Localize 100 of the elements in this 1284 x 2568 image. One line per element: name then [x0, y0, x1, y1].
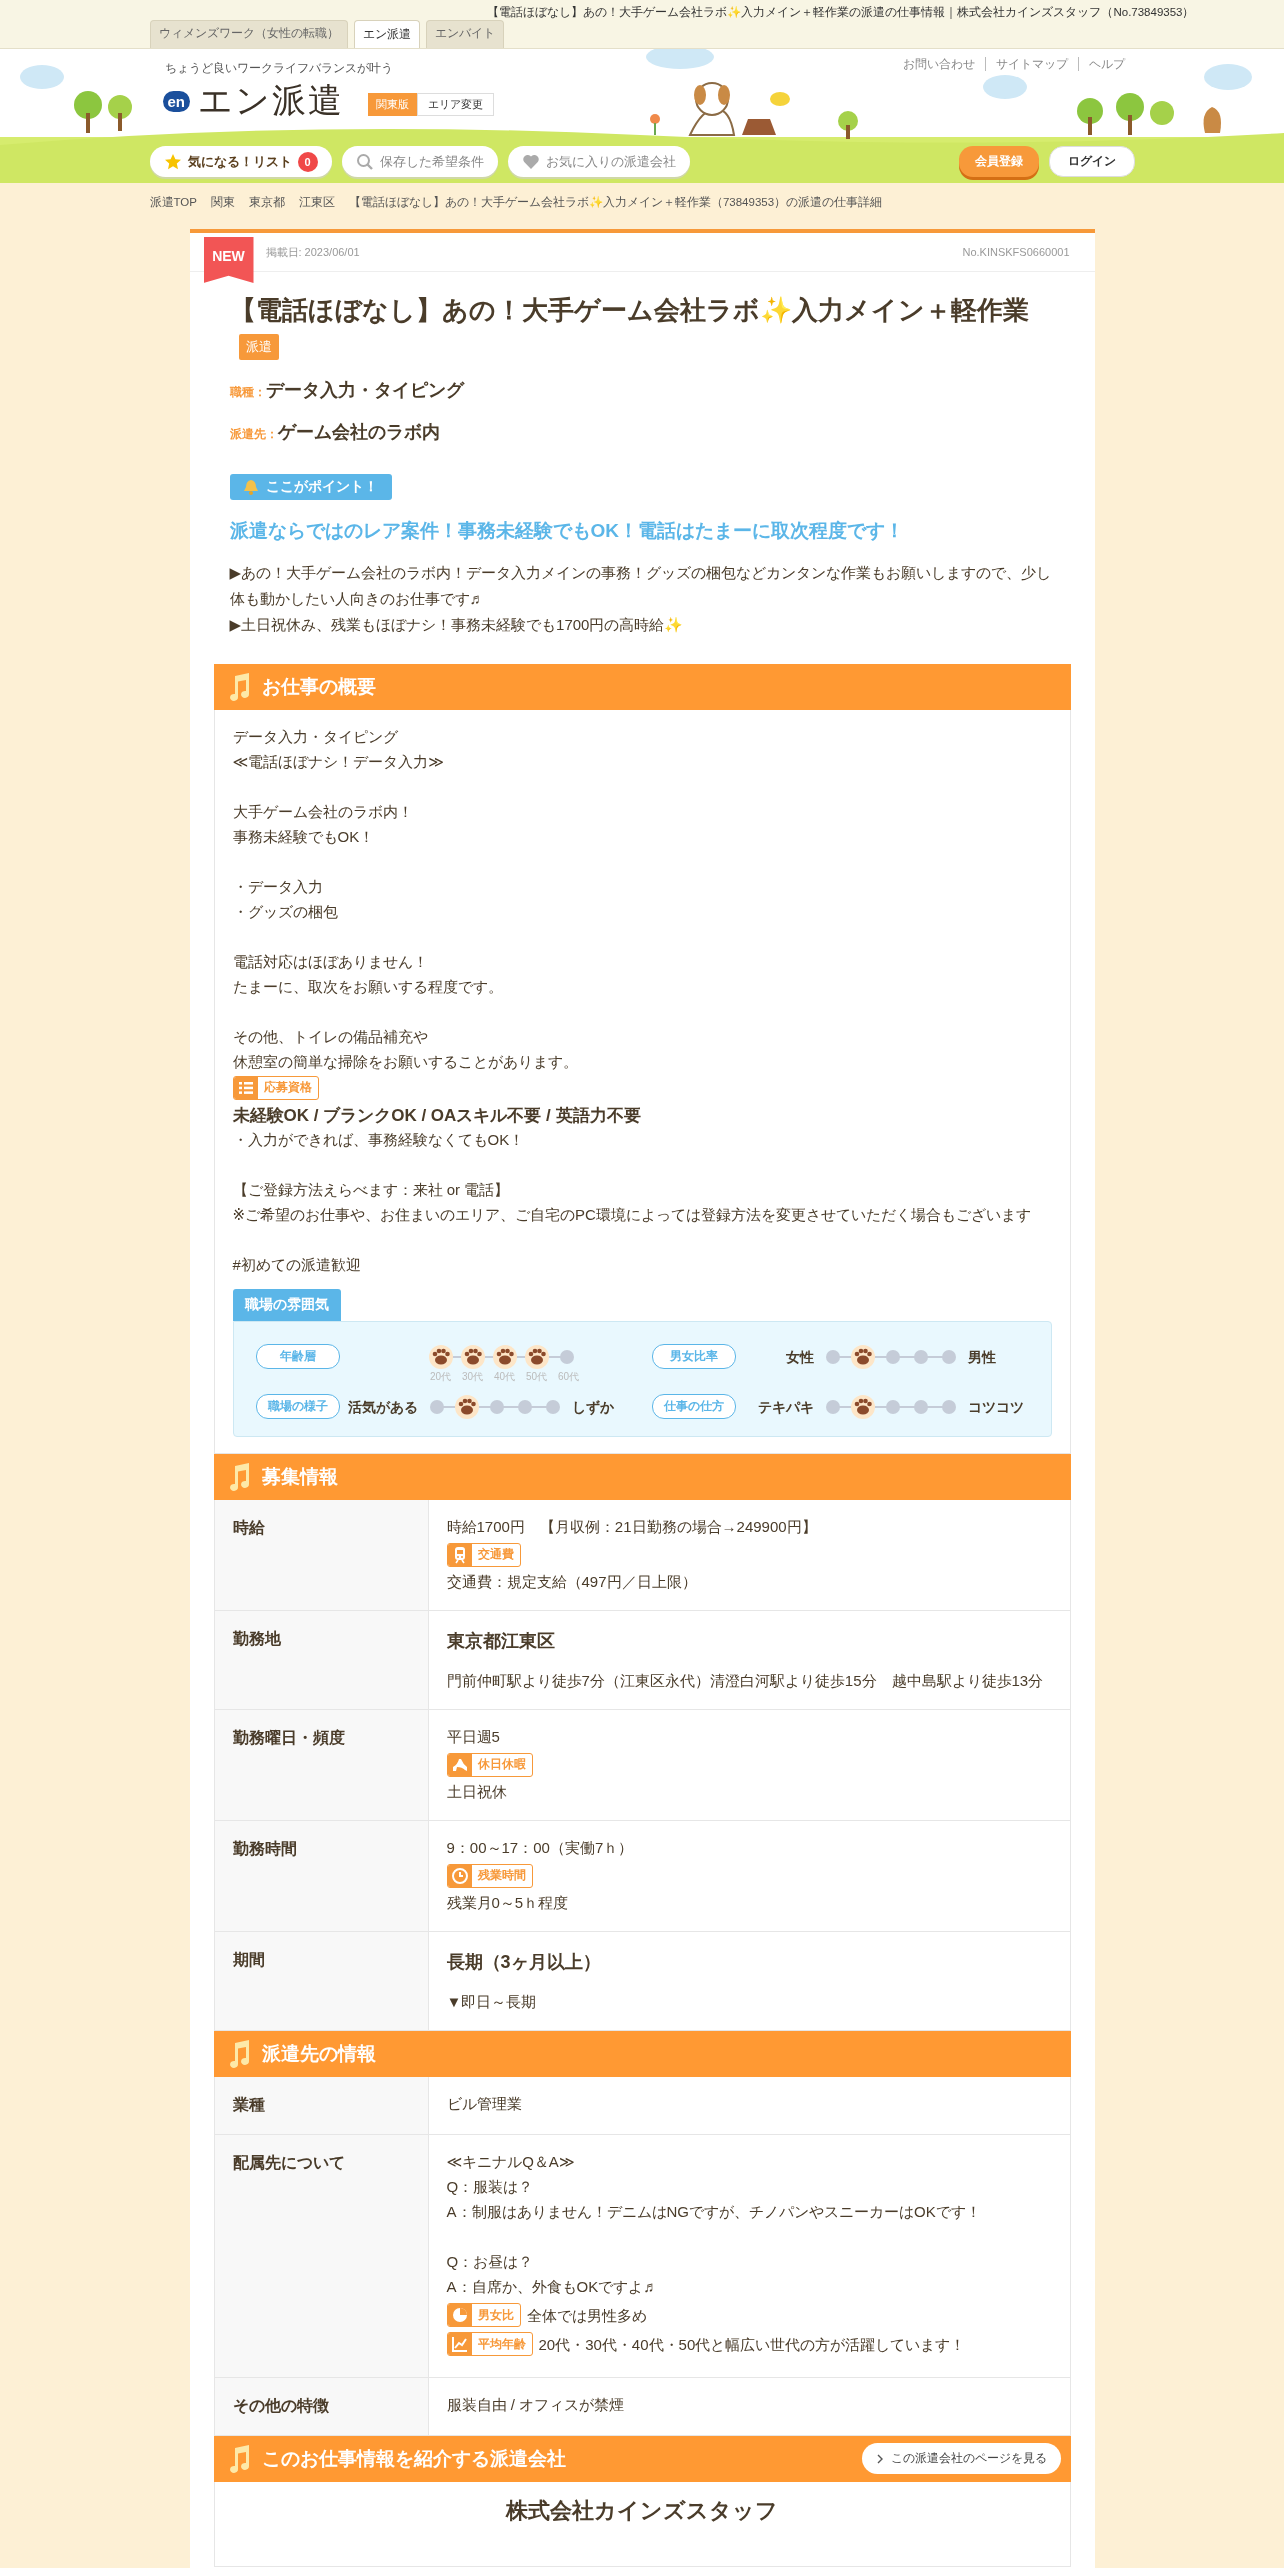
login-button[interactable]: ログイン	[1048, 146, 1135, 177]
utility-link[interactable]: お問い合わせ	[892, 57, 985, 71]
company-name: 株式会社カインズスタッフ	[504, 2496, 779, 2525]
age-label: 30代	[460, 1369, 485, 1384]
company-page-button[interactable]: この派遣会社のページを見る	[861, 2443, 1061, 2475]
music-note-icon	[227, 671, 252, 702]
section-title: 募集情報	[261, 1464, 338, 1489]
utility-link[interactable]: ヘルプ	[1077, 57, 1135, 71]
body-text: 【ご登録方法えらべます：来社 or 電話】	[232, 1179, 511, 1200]
point-text: ここがポイント！	[265, 477, 378, 496]
cell-text: ≪キニナルQ＆A≫	[446, 2151, 576, 2172]
body-text: ※ご希望のお仕事や、お住まいのエリア、ご自宅のPC環境によっては登録方法を変更させていただく場合もございます	[232, 1204, 1032, 1225]
body-text: その他、トイレの備品補充や	[232, 1026, 429, 1047]
scale-dot	[913, 1399, 928, 1414]
row-label: 業種	[214, 2076, 429, 2134]
nav-button[interactable]: お気に入りの派遣会社	[507, 146, 690, 177]
cell-text: ビル管理業	[446, 2093, 522, 2114]
body-text: 休憩室の簡単な掃除をお願いすることがあります。	[232, 1051, 579, 1072]
scale-dot	[885, 1349, 900, 1364]
chevron-icon	[875, 2453, 884, 2464]
cell-text: 長期（3ヶ月以上）	[446, 1950, 601, 1974]
scale-dot	[825, 1349, 840, 1364]
body-text: たまーに、取次をお願いする程度です。	[232, 976, 504, 997]
body-text: ・グッズの梱包	[232, 901, 339, 922]
cell-text: 20代・30代・40代・50代と幅広い世代の方が活躍しています！	[538, 2334, 966, 2355]
cell-text: Q：服装は？	[446, 2176, 535, 2197]
section-title: このお仕事情報を紹介する派遣会社	[261, 2446, 566, 2471]
body-text: ・入力ができれば、事務経験なくてもOK！	[232, 1129, 526, 1150]
new-ribbon: NEW	[203, 237, 254, 283]
search-icon	[355, 152, 374, 171]
site-tab[interactable]: エン派遣	[353, 20, 420, 48]
scale-label: しずか	[571, 1397, 615, 1417]
field-label: 派遣先：	[229, 426, 278, 443]
cell-text: 9：00～17：00（実働7ｈ）	[446, 1837, 634, 1858]
cell-text: 全体では男性多め	[526, 2305, 647, 2326]
nav-button[interactable]: 保存した希望条件	[341, 146, 498, 177]
field-value: データ入力・タイピング	[265, 378, 464, 402]
page-title: 【電話ほぼなし】あの！大手ゲーム会社ラボ✨入力メイン＋軽作業の派遣の仕事情報｜株式会社カインズスタッフ（No.73849353）	[487, 5, 1195, 20]
job-title: 【電話ほぼなし】あの！大手ゲーム会社ラボ✨入力メイン＋軽作業	[229, 294, 1030, 327]
area-change-link[interactable]: エリア変更	[417, 92, 494, 116]
music-note-icon	[227, 1461, 252, 1492]
atmosphere-category: 仕事の仕方	[651, 1393, 736, 1419]
music-note-icon	[227, 2443, 252, 2474]
body-text: 電話対応はほぼありません！	[232, 951, 429, 972]
scale-dot	[941, 1349, 956, 1364]
age-label: 60代	[556, 1369, 581, 1384]
scale-dot	[545, 1399, 560, 1414]
utility-link[interactable]: サイトマップ	[984, 57, 1078, 71]
catch-copy: 派遣ならではのレア案件！事務未経験でもOK！電話はたまーに取次程度です！	[229, 518, 905, 543]
row-label: 配属先について	[214, 2134, 429, 2377]
info-tag: 交通費	[446, 1542, 521, 1567]
row-label: 勤務曜日・頻度	[214, 1709, 429, 1820]
info-tag: 平均年齢	[446, 2332, 533, 2357]
scale-label: コツコツ	[967, 1397, 1025, 1417]
scale-dot	[489, 1399, 504, 1414]
info-tag: 休日休暇	[446, 1752, 533, 1777]
logo-text[interactable]: エン派遣	[198, 78, 344, 124]
scale-dot	[941, 1399, 956, 1414]
site-tab[interactable]: ウィメンズワーク（女性の転職）	[149, 20, 348, 48]
cell-text: Q：お昼は？	[446, 2251, 535, 2272]
scale-label: 活気がある	[347, 1397, 418, 1417]
scale-dot	[825, 1399, 840, 1414]
atmosphere-category: 年齢層	[255, 1343, 340, 1369]
atmosphere-category: 男女比率	[651, 1343, 736, 1369]
age-label: 40代	[492, 1369, 517, 1384]
cell-text: 交通費：規定支給（497円／日上限）	[446, 1571, 698, 1592]
breadcrumb-link[interactable]: 関東	[210, 195, 245, 229]
breadcrumb-link[interactable]: 派遣TOP	[149, 195, 207, 229]
site-tab[interactable]: エンバイト	[425, 20, 504, 48]
atmosphere-category: 職場の様子	[255, 1393, 340, 1419]
region-label: 関東版	[368, 92, 417, 116]
scale-label: テキパキ	[756, 1397, 814, 1417]
row-label: 勤務地	[214, 1610, 429, 1709]
breadcrumb-link[interactable]: 東京都	[248, 195, 295, 229]
point-text: ▶あの！大手ゲーム会社のラボ内！データ入力メインの事務！グッズの梱包などカンタンな作業もお願いしますので、少し体も動かしたい人向きのお仕事です♬	[229, 562, 1053, 609]
count-badge: 0	[297, 151, 318, 172]
field-label: 職種：	[229, 383, 266, 401]
section-title: お仕事の概要	[261, 674, 376, 699]
cell-text: 土日祝休	[446, 1781, 508, 1802]
point-text: ▶土日祝休み、残業もほぼナシ！事務未経験でも1700円の高時給✨	[229, 614, 685, 635]
cell-text: A：制服はありません！デニムはNGですが、チノパンやスニーカーはOKです！	[446, 2201, 981, 2222]
cell-text: 門前仲町駅より徒歩7分（江東区永代）清澄白河駅より徒歩15分 越中島駅より徒歩13分	[446, 1670, 1044, 1691]
cell-text: A：自席か、外食もOKですよ♬	[446, 2276, 660, 2297]
line-chart-icon	[449, 2334, 470, 2355]
employment-tag: 派遣	[238, 333, 279, 360]
nav-button[interactable]: 気になる！リスト 0	[149, 146, 332, 177]
cell-text: 平日週5	[446, 1726, 501, 1747]
body-text: ・データ入力	[232, 876, 324, 897]
tagline: ちょうど良いワークライフバランスが叶う	[164, 61, 394, 76]
row-label: 時給	[214, 1499, 429, 1610]
cell-text: 東京都江東区	[446, 1629, 556, 1653]
row-label: 期間	[214, 1931, 429, 2030]
cell-text: 服装自由 / オフィスが禁煙	[446, 2394, 624, 2415]
info-tag: 応募資格	[232, 1075, 319, 1100]
body-text: #初めての派遣歓迎	[232, 1254, 362, 1275]
section-title: 派遣先の情報	[261, 2041, 376, 2066]
bell-icon	[241, 477, 260, 496]
row-label: その他の特徴	[214, 2377, 429, 2435]
breadcrumb-link[interactable]: 江東区	[298, 195, 345, 229]
logo-mark[interactable]: en	[162, 90, 190, 112]
